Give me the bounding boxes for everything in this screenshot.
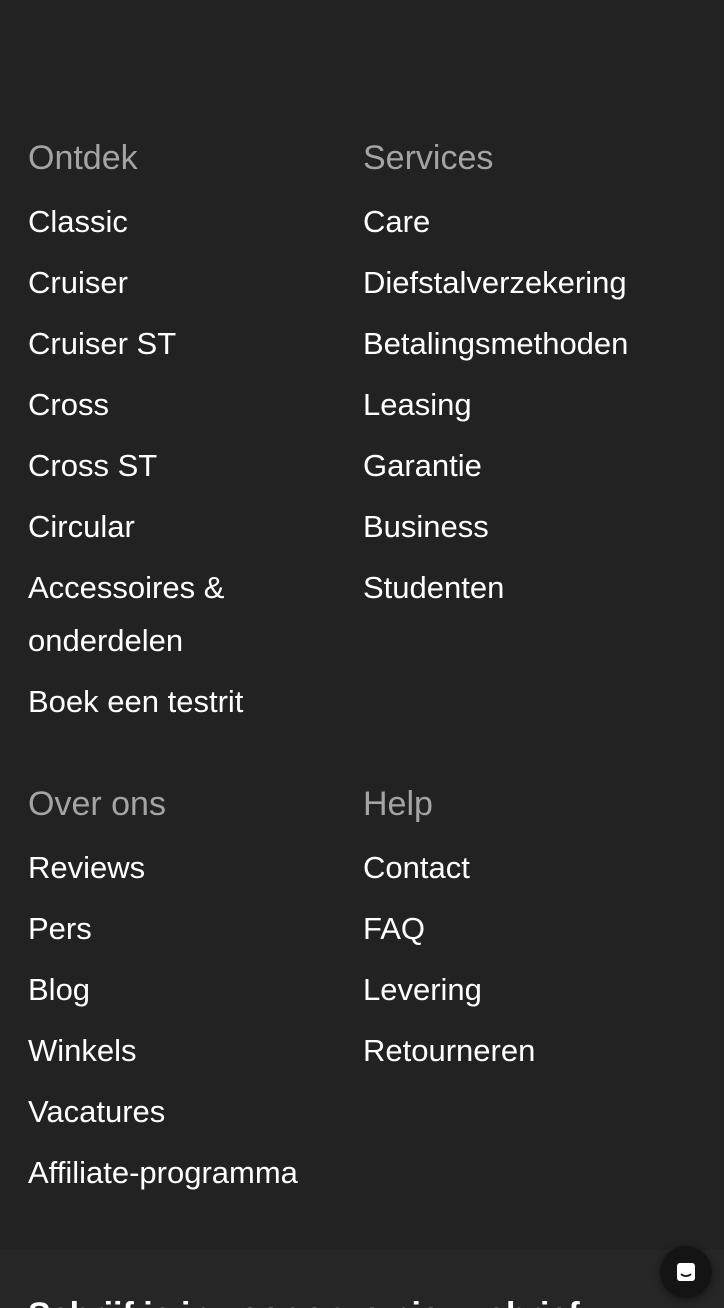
footer-link[interactable]: Vacatures: [28, 1085, 358, 1138]
footer-links-help: Contact FAQ Levering Retourneren: [363, 841, 693, 1077]
footer-heading-over-ons: Over ons: [28, 785, 166, 823]
footer-link[interactable]: FAQ: [363, 902, 693, 955]
chat-button[interactable]: [660, 1246, 712, 1298]
chat-icon: [674, 1260, 698, 1284]
footer-link[interactable]: Betalingsmethoden: [363, 317, 693, 370]
footer-link[interactable]: Contact: [363, 841, 693, 894]
footer-heading-ontdek: Ontdek: [28, 139, 138, 177]
footer-link[interactable]: Garantie: [363, 439, 693, 492]
footer-heading-help: Help: [363, 785, 433, 823]
footer-link[interactable]: Classic: [28, 195, 358, 248]
footer-link[interactable]: Accessoires & onderdelen: [28, 561, 318, 667]
footer-column-over-ons: Over ons Reviews Pers Blog Winkels Vacat…: [28, 781, 358, 1207]
footer-link[interactable]: Circular: [28, 500, 358, 553]
footer-link[interactable]: Levering: [363, 963, 693, 1016]
footer-links-over-ons: Reviews Pers Blog Winkels Vacatures Affi…: [28, 841, 358, 1199]
footer-link[interactable]: Cruiser: [28, 256, 358, 309]
footer-link[interactable]: Winkels: [28, 1024, 358, 1077]
footer-link[interactable]: Affiliate-programma: [28, 1146, 358, 1199]
footer-link[interactable]: Care: [363, 195, 693, 248]
footer-column-services: Services Care Diefstalverzekering Betali…: [363, 135, 693, 622]
footer-links-services: Care Diefstalverzekering Betalingsmethod…: [363, 195, 693, 614]
page: Ontdek Classic Cruiser Cruiser ST Cross …: [0, 0, 724, 1308]
footer-link[interactable]: Blog: [28, 963, 358, 1016]
footer-link[interactable]: Business: [363, 500, 693, 553]
footer-column-ontdek: Ontdek Classic Cruiser Cruiser ST Cross …: [28, 135, 358, 736]
footer-heading-services: Services: [363, 139, 494, 177]
footer-links-ontdek: Classic Cruiser Cruiser ST Cross Cross S…: [28, 195, 358, 728]
footer-link[interactable]: Cross ST: [28, 439, 358, 492]
footer-link[interactable]: Reviews: [28, 841, 358, 894]
footer-nav: Ontdek Classic Cruiser Cruiser ST Cross …: [0, 0, 724, 1250]
footer-link[interactable]: Leasing: [363, 378, 693, 431]
newsletter-section: Schrijf je in voor onze nieuwsbrief: [0, 1250, 724, 1308]
footer-link[interactable]: Studenten: [363, 561, 693, 614]
footer-link[interactable]: Pers: [28, 902, 358, 955]
footer-link[interactable]: Cruiser ST: [28, 317, 358, 370]
footer-link[interactable]: Cross: [28, 378, 358, 431]
newsletter-title: Schrijf je in voor onze nieuwsbrief: [28, 1292, 580, 1308]
footer-column-help: Help Contact FAQ Levering Retourneren: [363, 781, 693, 1085]
footer-link[interactable]: Boek een testrit: [28, 675, 358, 728]
footer-link[interactable]: Diefstalverzekering: [363, 256, 693, 309]
footer-link[interactable]: Retourneren: [363, 1024, 693, 1077]
